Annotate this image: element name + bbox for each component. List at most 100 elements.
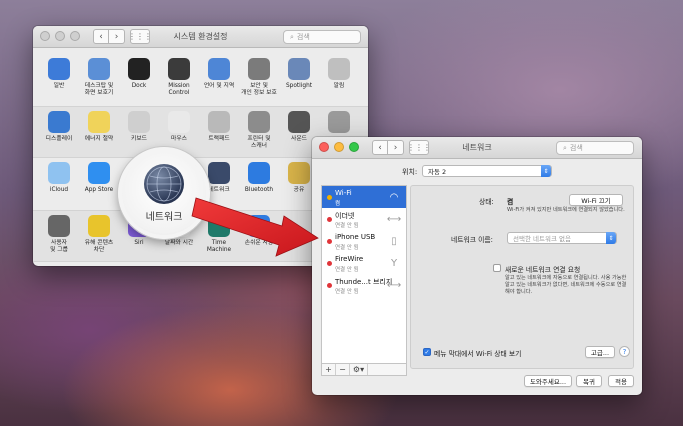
pref-pane-accessibility[interactable]: 손쉬운 사용 xyxy=(239,215,279,247)
pref-pane-icloud[interactable]: iCloud xyxy=(39,162,79,194)
pref-pane-spotlight[interactable]: Spotlight xyxy=(279,58,319,90)
spotlight-icon xyxy=(288,58,310,80)
show-menu-label: 메뉴 막대에서 Wi-Fi 상태 보기 xyxy=(434,350,522,358)
help-button[interactable]: ? xyxy=(619,346,630,357)
assist-button[interactable]: 도와주세요... xyxy=(524,375,572,387)
network-icon xyxy=(208,162,230,184)
pref-pane-keyboard[interactable]: 키보드 xyxy=(119,111,159,143)
service-status: 연결 안 됨 xyxy=(335,223,359,229)
advanced-button[interactable]: 고급... xyxy=(585,346,615,358)
time-machine-icon xyxy=(208,215,230,237)
pref-pane-label: 보안 및 개인 정보 보호 xyxy=(241,83,277,96)
sysprefs-search-placeholder: 검색 xyxy=(296,33,310,41)
pref-pane-label: Mission Control xyxy=(168,83,190,96)
status-dot-icon xyxy=(327,195,332,200)
desktop-icon xyxy=(88,58,110,80)
pref-pane-label: 언어 및 지역 xyxy=(203,83,235,89)
service-item[interactable]: Thunde...t 브리지연결 안 됨 ⟷ xyxy=(322,274,406,296)
sound-icon xyxy=(288,111,310,133)
wifi-detail-pane: 상태: 켬 Wi-Fi 끄기 Wi-Fi가 켜져 있지만 네트워크에 연결되지 … xyxy=(410,185,634,369)
ask-join-checkbox[interactable] xyxy=(493,264,501,272)
service-list: Wi-Fi 켬 ◠ 이더넷 연결 안 됨 ⟷ iPhone USB 연결 안 됨 ▯ FireWi… xyxy=(321,185,407,364)
network-name-select[interactable]: 선택한 네트워크 없음 ⇕ xyxy=(507,232,617,244)
network-search-input[interactable]: ⌕ 검색 xyxy=(556,141,634,155)
keyboard-icon xyxy=(128,111,150,133)
pref-pane-label: 데스크탑 및 화면 보호기 xyxy=(84,83,114,96)
pref-pane-label: 유해 콘텐츠 차단 xyxy=(84,240,114,253)
pref-pane-general[interactable]: 일반 xyxy=(39,58,79,90)
service-item[interactable]: FireWire 연결 안 됨 Y xyxy=(322,252,406,274)
pref-pane-parental-controls[interactable]: 유해 콘텐츠 차단 xyxy=(79,215,119,254)
pref-pane-mouse[interactable]: 마우스 xyxy=(159,111,199,143)
apply-button[interactable]: 적용 xyxy=(608,375,634,387)
service-status: 연결 안 됨 xyxy=(335,289,359,295)
pref-pane-time-machine[interactable]: Time Machine xyxy=(199,215,239,254)
service-status: 연결 안 됨 xyxy=(335,267,359,273)
status-label: 상태: xyxy=(479,198,494,206)
add-service-button[interactable]: + xyxy=(322,364,336,375)
pref-pane-startup-disk[interactable] xyxy=(319,111,359,136)
pref-pane-label: 날짜와 시간 xyxy=(164,240,194,246)
network-window: ‹ › ⋮⋮⋮ 네트워크 ⌕ 검색 위치: 자동 2 ⇕ Wi-Fi 켬 ◠ 이더넷 연… xyxy=(312,137,642,395)
pref-pane-label: 알림 xyxy=(333,83,345,89)
pref-pane-printer[interactable]: 프린터 및 스캐너 xyxy=(239,111,279,150)
remove-service-button[interactable]: − xyxy=(336,364,350,375)
pref-pane-label: 프린터 및 스캐너 xyxy=(247,136,271,149)
search-icon: ⌕ xyxy=(563,143,567,152)
pref-row: 일반 데스크탑 및 화면 보호기 Dock Mission Control 언어 및 지… xyxy=(33,54,368,106)
icloud-icon xyxy=(48,162,70,184)
pref-pane-label: 디스플레이 xyxy=(45,136,73,142)
pref-pane-desktop[interactable]: 데스크탑 및 화면 보호기 xyxy=(79,58,119,97)
language-icon xyxy=(208,58,230,80)
security-icon xyxy=(248,58,270,80)
pref-pane-language[interactable]: 언어 및 지역 xyxy=(199,58,239,90)
pref-pane-dock[interactable]: Dock xyxy=(119,58,159,90)
status-dot-icon xyxy=(327,217,332,222)
service-status: 연결 안 됨 xyxy=(335,245,359,251)
pref-pane-label: 공유 xyxy=(293,187,305,193)
pref-pane-mission-control[interactable]: Mission Control xyxy=(159,58,199,97)
pref-pane-label: Siri xyxy=(134,240,144,246)
pref-pane-label: 에너지 절약 xyxy=(84,136,114,142)
iphone-icon: ▯ xyxy=(391,235,397,247)
service-item[interactable]: 이더넷 연결 안 됨 ⟷ xyxy=(322,208,406,230)
printer-icon xyxy=(248,111,270,133)
service-status: 켬 xyxy=(335,201,341,207)
pref-pane-security[interactable]: 보안 및 개인 정보 보호 xyxy=(239,58,279,97)
location-select[interactable]: 자동 2 ⇕ xyxy=(422,165,552,177)
network-magnifier: 네트워크 xyxy=(118,147,210,239)
wifi-off-button[interactable]: Wi-Fi 끄기 xyxy=(569,194,623,206)
status-dot-icon xyxy=(327,283,332,288)
status-dot-icon xyxy=(327,261,332,266)
pref-pane-trackpad[interactable]: 트랙패드 xyxy=(199,111,239,143)
service-item[interactable]: iPhone USB 연결 안 됨 ▯ xyxy=(322,230,406,252)
service-action-button[interactable]: ⚙▾ xyxy=(350,364,368,375)
ask-join-label: 새로운 네트워크 연결 요청 xyxy=(505,266,581,274)
magnifier-label: 네트워크 xyxy=(145,211,183,223)
users-icon xyxy=(48,215,70,237)
pref-pane-display[interactable]: 디스플레이 xyxy=(39,111,79,143)
status-description: Wi-Fi가 켜져 있지만 네트워크에 연결되지 않았습니다. xyxy=(507,207,625,213)
revert-button[interactable]: 복귀 xyxy=(576,375,602,387)
sysprefs-search-input[interactable]: ⌕ 검색 xyxy=(283,30,361,44)
network-titlebar: ‹ › ⋮⋮⋮ 네트워크 ⌕ 검색 xyxy=(312,137,642,159)
bluetooth-icon xyxy=(248,162,270,184)
ethernet-icon: ⟷ xyxy=(386,213,402,225)
pref-pane-label: App Store xyxy=(84,187,114,193)
app-store-icon xyxy=(88,162,110,184)
show-menu-checkbox[interactable]: ✓ xyxy=(423,348,431,356)
service-name: Wi-Fi xyxy=(335,189,352,197)
location-row: 위치: 자동 2 ⇕ xyxy=(312,165,642,179)
service-name: FireWire xyxy=(335,255,364,263)
pref-pane-bluetooth[interactable]: Bluetooth xyxy=(239,162,279,194)
pref-pane-users[interactable]: 사용자 및 그룹 xyxy=(39,215,79,254)
pref-pane-label: iCloud xyxy=(49,187,69,193)
pref-pane-energy[interactable]: 에너지 절약 xyxy=(79,111,119,143)
pref-pane-notifications[interactable]: 알림 xyxy=(319,58,359,90)
service-name: Thunde...t 브리지 xyxy=(335,278,393,286)
pref-pane-app-store[interactable]: App Store xyxy=(79,162,119,194)
location-value: 자동 2 xyxy=(428,168,447,176)
service-item[interactable]: Wi-Fi 켬 ◠ xyxy=(322,186,406,208)
thunderbolt-bridge-icon: ⟷ xyxy=(386,279,402,291)
chevron-updown-icon: ⇕ xyxy=(606,232,616,244)
